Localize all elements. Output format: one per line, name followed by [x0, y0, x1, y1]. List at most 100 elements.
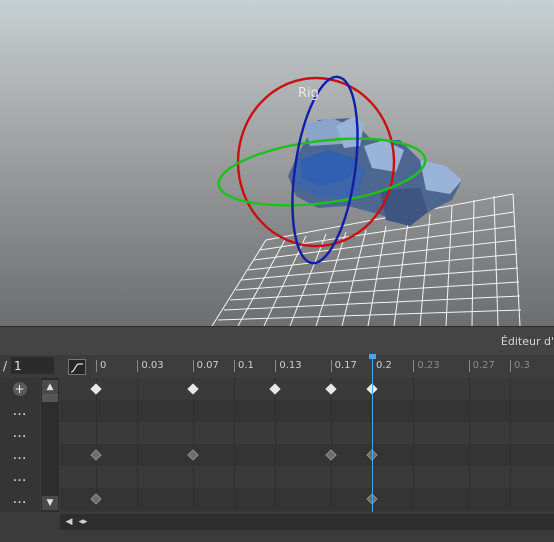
track-row[interactable]	[60, 422, 554, 444]
keyframe-diamond[interactable]	[186, 383, 199, 395]
ruler-tick-mark	[234, 360, 235, 372]
grid-line	[137, 378, 139, 400]
grid-line	[468, 488, 470, 510]
grid-line	[468, 422, 470, 444]
grid-line	[137, 444, 139, 466]
track-row[interactable]	[60, 400, 554, 422]
grid-line	[137, 422, 139, 444]
more-dots-icon[interactable]: …	[0, 400, 40, 422]
grid-line	[510, 466, 511, 488]
ruler-tick-label: 0.2	[376, 360, 392, 371]
grid-line	[510, 378, 511, 400]
frame-field: /	[0, 356, 60, 378]
ruler-tick-mark	[137, 360, 139, 372]
grid-line	[413, 400, 415, 422]
ruler-tick-label: 0.27	[472, 360, 495, 371]
grid-line	[137, 400, 139, 422]
more-dots-icon[interactable]: …	[0, 466, 40, 488]
keyframe-diamond[interactable]	[90, 449, 102, 461]
grid-line	[234, 466, 235, 488]
grid-line	[96, 466, 97, 488]
viewport-scene	[211, 75, 522, 326]
vertical-scrollbar[interactable]: ▲ ▼	[41, 378, 59, 512]
grid-line	[330, 488, 332, 510]
horizontal-scrollbar[interactable]: ◀ ◂▸	[60, 514, 554, 530]
grid-line	[275, 400, 277, 422]
frame-input[interactable]	[11, 357, 54, 374]
animation-editor-header: Éditeur d'	[0, 326, 554, 355]
3d-viewport[interactable]: Rig	[0, 0, 554, 326]
playhead[interactable]	[372, 356, 373, 512]
grid-line	[96, 400, 97, 422]
grid-line	[510, 488, 511, 510]
grid-line	[234, 422, 235, 444]
ruler-tick-mark	[468, 360, 470, 372]
grid-line	[234, 444, 235, 466]
grid-line	[137, 466, 139, 488]
grid-line	[192, 488, 194, 510]
add-track-icon[interactable]: +	[0, 378, 40, 400]
grid-line	[234, 378, 235, 400]
grid-line	[275, 466, 277, 488]
ruler-tick-mark	[330, 360, 332, 372]
grid-line	[137, 488, 139, 510]
grid-line	[468, 444, 470, 466]
panel-title: Éditeur d'	[500, 335, 554, 348]
scroll-up-icon[interactable]: ▲	[42, 380, 58, 394]
track-controls-column: +……………	[0, 378, 40, 512]
grid-line	[413, 466, 415, 488]
ruler-tick-mark	[413, 360, 415, 372]
grid-line	[234, 488, 235, 510]
keyframe-diamond[interactable]	[269, 383, 282, 395]
keyframe-diamond[interactable]	[90, 493, 102, 505]
more-dots-icon[interactable]: …	[0, 488, 40, 510]
keyframe-diamond[interactable]	[90, 383, 102, 395]
more-dots-icon[interactable]: …	[0, 422, 40, 444]
bottom-strip	[0, 530, 554, 542]
grid-line	[330, 466, 332, 488]
grid-line	[413, 422, 415, 444]
keyframe-diamond[interactable]	[324, 383, 337, 395]
grid-line	[330, 400, 332, 422]
ruler-tick-label: 0	[100, 360, 107, 371]
hand-model	[288, 116, 462, 226]
ruler-tick-mark	[192, 360, 194, 372]
curve-icon	[70, 363, 83, 373]
grid-line	[192, 466, 194, 488]
grid-line	[413, 488, 415, 510]
grid-line	[468, 378, 470, 400]
scroll-range-icon[interactable]: ◂▸	[78, 516, 88, 528]
scroll-left-icon[interactable]: ◀	[64, 516, 74, 528]
frame-separator: /	[3, 359, 8, 373]
curve-editor-button[interactable]	[68, 359, 86, 375]
keyframe-diamond[interactable]	[324, 449, 337, 461]
ruler-tick-mark	[96, 360, 97, 372]
ruler-tick-label: 0.07	[196, 360, 219, 371]
grid-line	[192, 400, 194, 422]
ruler-tick-mark	[510, 360, 511, 372]
track-row[interactable]	[60, 444, 554, 466]
keyframe-tracks[interactable]	[60, 378, 554, 512]
keyframe-diamond[interactable]	[186, 449, 199, 461]
grid-line	[510, 400, 511, 422]
more-dots-icon[interactable]: …	[0, 444, 40, 466]
ruler-tick-label: 0.17	[334, 360, 357, 371]
grid-line	[510, 444, 511, 466]
plus-icon: +	[13, 382, 27, 396]
grid-line	[275, 444, 277, 466]
track-row[interactable]	[60, 378, 554, 400]
grid-line	[96, 422, 97, 444]
ruler-tick-label: 0.13	[279, 360, 302, 371]
ruler-tick-label: 0.03	[141, 360, 164, 371]
scroll-down-icon[interactable]: ▼	[42, 496, 58, 510]
track-row[interactable]	[60, 466, 554, 488]
grid-line	[275, 422, 277, 444]
scroll-thumb[interactable]	[42, 394, 58, 402]
time-ruler[interactable]: 0 0.03 0.07 0.1 0.13 0.17 0.2 0.23 0.27 0.3	[92, 356, 554, 378]
grid-line	[413, 444, 415, 466]
grid-line	[510, 422, 511, 444]
ruler-tick-mark	[275, 360, 277, 372]
grid-line	[234, 400, 235, 422]
ruler-tick-label: 0.23	[417, 360, 440, 371]
track-row[interactable]	[60, 488, 554, 510]
